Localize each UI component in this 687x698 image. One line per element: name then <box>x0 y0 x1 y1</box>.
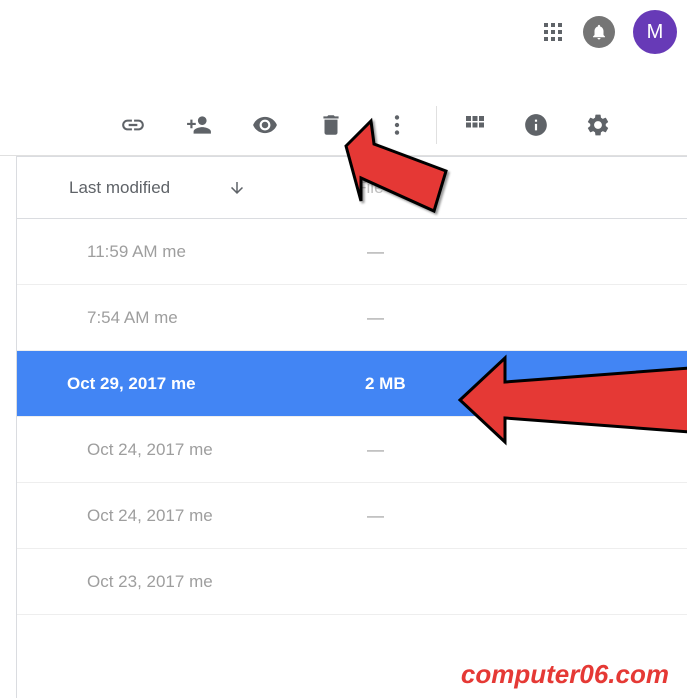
settings-icon[interactable] <box>585 112 611 138</box>
last-modified-label: Last modified <box>69 178 170 198</box>
sort-arrow-down-icon <box>228 179 246 197</box>
view-details-icon[interactable] <box>523 112 549 138</box>
row-modified: Oct 29, 2017 me <box>67 374 365 394</box>
add-person-icon[interactable] <box>186 112 212 138</box>
notifications-icon[interactable] <box>583 16 615 48</box>
last-modified-header[interactable]: Last modified <box>69 178 246 198</box>
annotation-arrow-2 <box>440 340 687 460</box>
toolbar-right <box>463 112 611 138</box>
row-size: — <box>367 308 384 328</box>
avatar-letter: M <box>647 21 664 44</box>
row-size: — <box>367 440 384 460</box>
preview-icon[interactable] <box>252 112 278 138</box>
row-modified: 7:54 AM me <box>87 308 367 328</box>
grid-view-icon[interactable] <box>463 113 487 137</box>
get-link-icon[interactable] <box>120 112 146 138</box>
file-row[interactable]: Oct 23, 2017 me <box>17 549 687 615</box>
annotation-arrow-1 <box>316 116 456 266</box>
top-header: M <box>541 10 677 54</box>
row-modified: Oct 24, 2017 me <box>87 440 367 460</box>
watermark: computer06.com <box>461 659 669 690</box>
file-row[interactable]: Oct 24, 2017 me— <box>17 483 687 549</box>
row-size: — <box>367 506 384 526</box>
row-modified: Oct 24, 2017 me <box>87 506 367 526</box>
avatar[interactable]: M <box>633 10 677 54</box>
row-modified: Oct 23, 2017 me <box>87 572 367 592</box>
apps-icon[interactable] <box>541 20 565 44</box>
row-size: 2 MB <box>365 374 406 394</box>
